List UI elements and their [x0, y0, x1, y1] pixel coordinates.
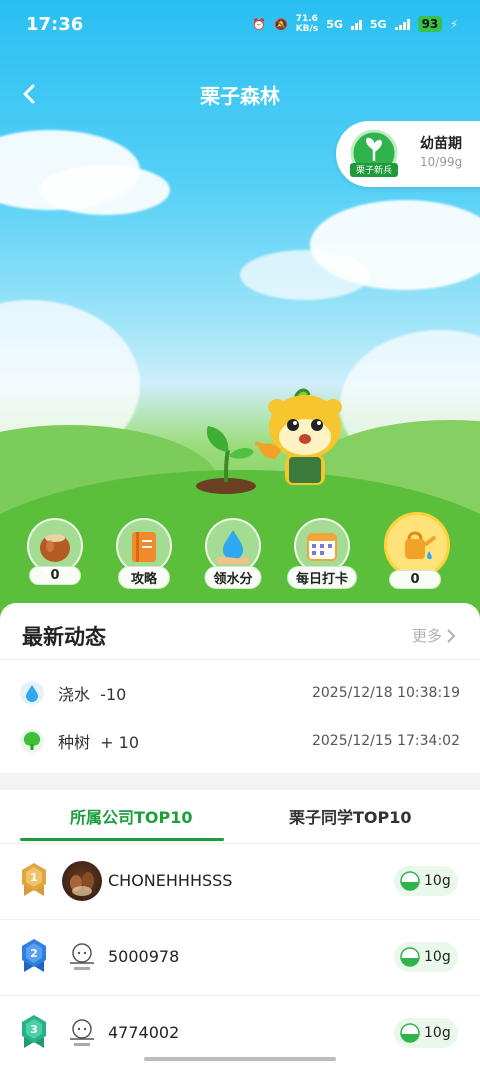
- news-more-link[interactable]: 更多: [412, 625, 456, 646]
- rank-number: 2: [30, 947, 38, 960]
- watering-button[interactable]: 0: [384, 512, 450, 589]
- ranking-row[interactable]: 2 5000978 10g: [0, 919, 480, 995]
- water-drop-icon: [20, 681, 44, 705]
- page-title: 栗子森林: [200, 84, 280, 108]
- rank-user-name: CHONEHHHSSS: [108, 871, 233, 890]
- rank-score: 10g: [394, 866, 458, 896]
- tab-company-top10[interactable]: 所属公司TOP10: [70, 804, 193, 828]
- ranking-card: 所属公司TOP10 栗子同学TOP10 1 CHONEHHHSSS 10g 2 …: [0, 790, 480, 1067]
- news-time: 2025/12/18 10:38:19: [311, 685, 460, 701]
- avatar: [62, 937, 102, 977]
- level-badge-icon: 栗子新兵: [350, 129, 398, 177]
- rank-score: 10g: [394, 1018, 458, 1048]
- battery-level: 93: [417, 16, 443, 32]
- watering-can-icon: [384, 512, 450, 578]
- rank-user-name: 4774002: [108, 1023, 180, 1042]
- teal-medal-icon: 3: [22, 1015, 46, 1048]
- alarm-icon: ⏰: [252, 17, 266, 31]
- news-card: 最新动态 更多 浇水 -10 2025/12/18 10:38:19 种树 + …: [0, 603, 480, 773]
- collect-water-label: 领水分: [204, 566, 262, 589]
- tab-indicator: [20, 838, 224, 841]
- guide-button[interactable]: 攻略: [113, 518, 175, 589]
- water-level-icon: [400, 947, 420, 967]
- daily-checkin-button[interactable]: 每日打卡: [286, 518, 358, 589]
- gold-medal-icon: 1: [22, 863, 46, 896]
- avatar: [62, 861, 102, 901]
- chestnut-count-button[interactable]: 0: [24, 518, 86, 585]
- collect-water-button[interactable]: 领水分: [202, 518, 264, 589]
- news-item: 浇水 -10 2025/12/18 10:38:19: [20, 678, 460, 708]
- forest-scene: 17:36 ⏰ 🔕 71.6 KB/s 5G 5G 93 ⚡ 栗子森林 栗子新兵: [0, 0, 480, 620]
- tree-icon: [20, 729, 44, 753]
- cloud: [240, 250, 370, 300]
- cloud: [40, 165, 170, 215]
- score-value: 10g: [424, 1025, 451, 1041]
- divider: [0, 659, 480, 660]
- water-count: 0: [389, 570, 441, 589]
- level-badge-text: 栗子新兵: [356, 164, 392, 176]
- tab-classmates-top10[interactable]: 栗子同学TOP10: [289, 804, 412, 828]
- level-card[interactable]: 栗子新兵 幼苗期 10/99g: [336, 121, 480, 187]
- daily-checkin-label: 每日打卡: [286, 566, 358, 589]
- rank-user-name: 5000978: [108, 947, 180, 966]
- chevron-right-icon: [447, 628, 456, 643]
- speed-value: 71.6: [295, 14, 318, 24]
- blue-medal-icon: 2: [22, 939, 46, 972]
- mute-icon: 🔕: [274, 17, 288, 31]
- status-icons: ⏰ 🔕 71.6 KB/s 5G 5G 93 ⚡: [252, 14, 458, 34]
- news-text: 种树 + 10: [58, 733, 140, 752]
- rank-number: 1: [30, 871, 38, 884]
- status-bar: 17:36 ⏰ 🔕 71.6 KB/s 5G 5G 93 ⚡: [0, 0, 480, 52]
- signal-icon-2: [394, 18, 410, 30]
- water-level-icon: [400, 1023, 420, 1043]
- content-panel: 最新动态 更多 浇水 -10 2025/12/18 10:38:19 种树 + …: [0, 603, 480, 1067]
- network-type: 5G: [326, 17, 343, 31]
- news-text: 浇水 -10: [58, 685, 127, 704]
- more-label: 更多: [411, 627, 442, 645]
- mascot-icon[interactable]: [255, 385, 350, 495]
- score-value: 10g: [424, 949, 451, 965]
- news-item: 种树 + 10 2025/12/15 17:34:02: [20, 726, 460, 756]
- signal-icon: [350, 18, 362, 30]
- charging-icon: ⚡: [450, 17, 458, 31]
- score-value: 10g: [424, 873, 451, 889]
- rank-score: 10g: [394, 942, 458, 972]
- news-time: 2025/12/15 17:34:02: [311, 733, 460, 749]
- network-speed: 71.6 KB/s: [296, 14, 318, 34]
- ranking-row[interactable]: 1 CHONEHHHSSS 10g: [0, 843, 480, 919]
- level-stage: 幼苗期: [420, 136, 462, 152]
- ranking-tabs: 所属公司TOP10 栗子同学TOP10: [0, 790, 480, 841]
- chestnut-count: 0: [29, 566, 81, 585]
- guide-label: 攻略: [118, 566, 170, 589]
- avatar: [62, 1013, 102, 1053]
- water-level-icon: [400, 871, 420, 891]
- news-title: 最新动态: [22, 625, 106, 649]
- level-progress: 10/99g: [420, 155, 463, 169]
- sprout-icon[interactable]: [190, 420, 260, 496]
- status-time: 17:36: [26, 14, 84, 35]
- rank-number: 3: [30, 1023, 38, 1036]
- speed-unit: KB/s: [295, 24, 319, 34]
- network-type-2: 5G: [369, 17, 387, 31]
- home-indicator[interactable]: [144, 1057, 336, 1061]
